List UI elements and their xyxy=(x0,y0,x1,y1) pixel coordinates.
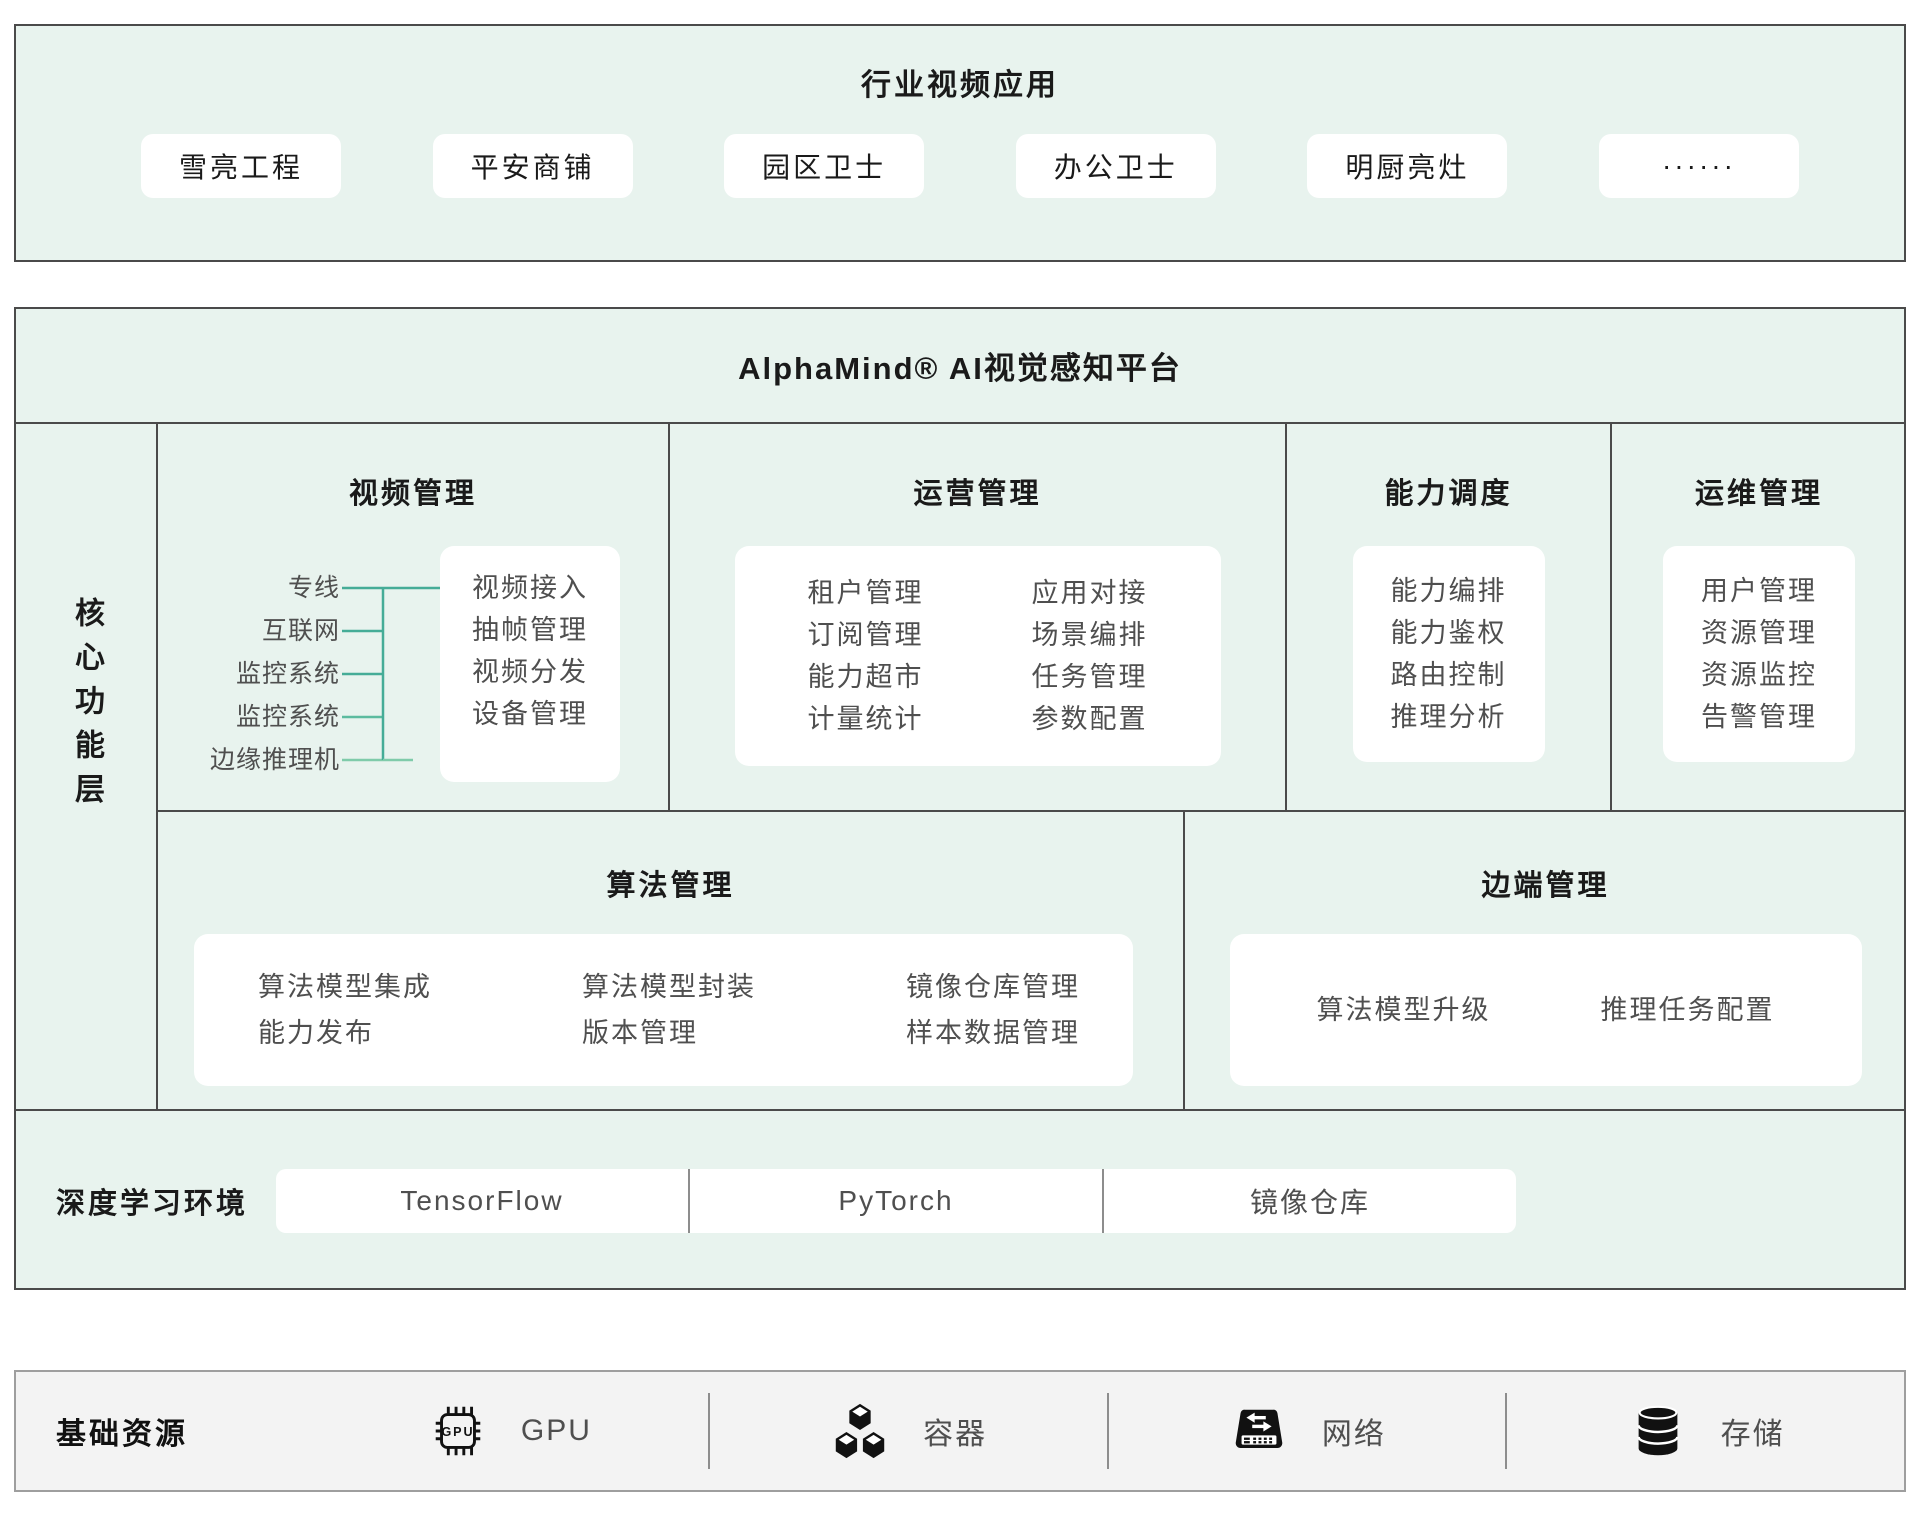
video-source: 互联网 xyxy=(206,610,340,653)
edge-functions-box: 算法模型升级 推理任务配置 xyxy=(1230,934,1862,1086)
operation-management-cell: 运营管理 租户管理 订阅管理 能力超市 计量统计 应用对接 场景编排 任务管理 … xyxy=(670,424,1287,810)
edge-management-cell: 边端管理 算法模型升级 推理任务配置 xyxy=(1185,810,1906,1109)
video-function: 抽帧管理 xyxy=(472,609,588,651)
operation-management-title: 运营管理 xyxy=(670,470,1285,512)
om-item: 告警管理 xyxy=(1701,696,1817,738)
deep-learning-row: 深度学习环境 TensorFlow PyTorch 镜像仓库 xyxy=(16,1109,1904,1292)
capability-scheduling-title: 能力调度 xyxy=(1287,470,1610,512)
app-pill-xueliang: 雪亮工程 xyxy=(141,134,341,198)
industry-apps-title: 行业视频应用 xyxy=(16,60,1904,104)
video-source: 专线 xyxy=(206,567,340,610)
edge-item: 推理任务配置 xyxy=(1601,989,1775,1031)
algorithm-item: 样本数据管理 xyxy=(906,1010,1080,1056)
platform-section: AlphaMind® AI视觉感知平台 核心功能层 视频管理 专线 互联网 监控… xyxy=(14,307,1906,1290)
video-management-title: 视频管理 xyxy=(158,470,668,512)
dl-env-pytorch: PyTorch xyxy=(688,1169,1102,1233)
dl-env-image-repo: 镜像仓库 xyxy=(1102,1169,1516,1233)
video-function: 视频分发 xyxy=(472,651,588,693)
app-pill-ellipsis: ······ xyxy=(1599,134,1799,198)
video-source: 监控系统 xyxy=(206,653,340,696)
video-source: 监控系统 xyxy=(206,696,340,739)
video-function: 设备管理 xyxy=(472,693,588,735)
app-pill-yuanqu: 园区卫士 xyxy=(724,134,924,198)
algorithm-management-title: 算法管理 xyxy=(158,862,1183,904)
app-pill-mingchu: 明厨亮灶 xyxy=(1307,134,1507,198)
industry-apps-row: 雪亮工程 平安商铺 园区卫士 办公卫士 明厨亮灶 ······ xyxy=(141,134,1799,198)
video-source: 边缘推理机 xyxy=(206,739,340,782)
tree-connector-lines xyxy=(340,567,440,782)
algorithm-col-1: 算法模型集成 能力发布 xyxy=(258,964,432,1056)
algorithm-col-2: 算法模型封装 版本管理 xyxy=(582,964,756,1056)
om-item: 资源管理 xyxy=(1701,612,1817,654)
container-cubes-icon xyxy=(829,1400,891,1462)
video-function: 视频接入 xyxy=(472,567,588,609)
operation-item: 计量统计 xyxy=(808,698,924,740)
algorithm-functions-box: 算法模型集成 能力发布 算法模型封装 版本管理 镜像仓库管理 样本数据管理 xyxy=(194,934,1133,1086)
video-functions-box: 视频接入 抽帧管理 视频分发 设备管理 xyxy=(440,546,620,782)
storage-database-icon xyxy=(1627,1400,1689,1462)
resource-gpu-label: GPU xyxy=(521,1414,592,1448)
video-management-cell: 视频管理 专线 互联网 监控系统 监控系统 边缘推理机 xyxy=(158,424,670,810)
operation-item: 参数配置 xyxy=(1032,698,1148,740)
core-layer-label: 核心功能层 xyxy=(64,597,108,817)
operation-item: 订阅管理 xyxy=(808,614,924,656)
video-management-content: 专线 互联网 监控系统 监控系统 边缘推理机 视频接入 xyxy=(158,546,668,782)
base-resources-band: 基础资源 GPU GPU xyxy=(14,1370,1906,1492)
core-layer-label-cell: 核心功能层 xyxy=(16,424,158,1109)
architecture-diagram: 行业视频应用 雪亮工程 平安商铺 园区卫士 办公卫士 明厨亮灶 ······ A… xyxy=(0,0,1920,1522)
resource-container: 容器 xyxy=(710,1400,1107,1462)
resource-container-label: 容器 xyxy=(923,1409,987,1453)
platform-title: AlphaMind® AI视觉感知平台 xyxy=(16,309,1904,424)
om-management-title: 运维管理 xyxy=(1612,470,1906,512)
dl-env-tensorflow: TensorFlow xyxy=(276,1169,688,1233)
algorithm-item: 算法模型集成 xyxy=(258,964,432,1010)
om-management-box: 用户管理 资源管理 资源监控 告警管理 xyxy=(1663,546,1855,762)
operation-item: 任务管理 xyxy=(1032,656,1148,698)
deep-learning-label: 深度学习环境 xyxy=(56,1180,268,1222)
operation-item: 应用对接 xyxy=(1032,572,1148,614)
gpu-chip-icon: GPU xyxy=(427,1400,489,1462)
resource-storage: 存储 xyxy=(1507,1400,1904,1462)
video-source-list: 专线 互联网 监控系统 监控系统 边缘推理机 xyxy=(206,567,340,782)
scheduling-item: 推理分析 xyxy=(1391,696,1507,738)
operation-functions-box: 租户管理 订阅管理 能力超市 计量统计 应用对接 场景编排 任务管理 参数配置 xyxy=(735,546,1221,766)
resource-network-label: 网络 xyxy=(1322,1409,1386,1453)
scheduling-item: 能力鉴权 xyxy=(1391,612,1507,654)
algorithm-col-3: 镜像仓库管理 样本数据管理 xyxy=(906,964,1080,1056)
resource-storage-label: 存储 xyxy=(1721,1409,1785,1453)
deep-learning-bar: TensorFlow PyTorch 镜像仓库 xyxy=(276,1169,1516,1233)
algorithm-item: 算法模型封装 xyxy=(582,964,756,1010)
algorithm-item: 镜像仓库管理 xyxy=(906,964,1080,1010)
network-switch-icon xyxy=(1228,1400,1290,1462)
app-pill-bangong: 办公卫士 xyxy=(1016,134,1216,198)
resource-gpu: GPU GPU xyxy=(311,1400,708,1462)
app-pill-pingan: 平安商铺 xyxy=(433,134,633,198)
scheduling-item: 路由控制 xyxy=(1391,654,1507,696)
capability-scheduling-box: 能力编排 能力鉴权 路由控制 推理分析 xyxy=(1353,546,1545,762)
om-item: 资源监控 xyxy=(1701,654,1817,696)
algorithm-item: 能力发布 xyxy=(258,1010,432,1056)
om-item: 用户管理 xyxy=(1701,570,1817,612)
industry-apps-section: 行业视频应用 雪亮工程 平安商铺 园区卫士 办公卫士 明厨亮灶 ······ xyxy=(14,24,1906,262)
base-resources-label: 基础资源 xyxy=(16,1409,311,1453)
operation-col-1: 租户管理 订阅管理 能力超市 计量统计 xyxy=(808,572,924,740)
operation-item: 能力超市 xyxy=(808,656,924,698)
operation-item: 租户管理 xyxy=(808,572,924,614)
om-management-cell: 运维管理 用户管理 资源管理 资源监控 告警管理 xyxy=(1612,424,1906,810)
algorithm-item: 版本管理 xyxy=(582,1010,756,1056)
edge-item: 算法模型升级 xyxy=(1317,989,1491,1031)
edge-management-title: 边端管理 xyxy=(1185,862,1906,904)
operation-col-2: 应用对接 场景编排 任务管理 参数配置 xyxy=(1032,572,1148,740)
resource-network: 网络 xyxy=(1109,1400,1506,1462)
svg-text:GPU: GPU xyxy=(441,1425,474,1439)
operation-item: 场景编排 xyxy=(1032,614,1148,656)
scheduling-item: 能力编排 xyxy=(1391,570,1507,612)
algorithm-management-cell: 算法管理 算法模型集成 能力发布 算法模型封装 版本管理 镜像仓库管理 样本数据… xyxy=(158,810,1185,1109)
capability-scheduling-cell: 能力调度 能力编排 能力鉴权 路由控制 推理分析 xyxy=(1287,424,1612,810)
